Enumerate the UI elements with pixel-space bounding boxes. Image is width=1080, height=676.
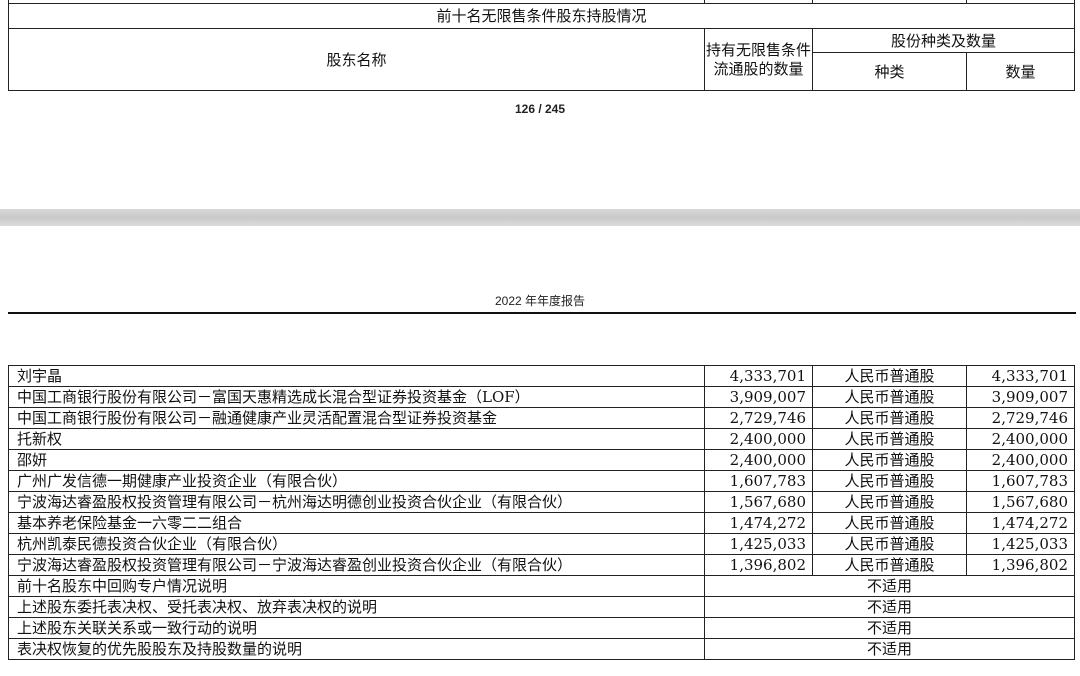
- share-qty: 1,607,783: [966, 470, 1075, 492]
- unrestricted-qty: 1,396,802: [704, 554, 813, 576]
- unrestricted-qty: 1,425,033: [704, 533, 813, 555]
- unrestricted-qty: 2,400,000: [704, 428, 813, 450]
- note-value: 不适用: [704, 617, 1075, 639]
- share-type-qty-header: 股份种类及数量: [812, 28, 1075, 53]
- unrestricted-qty: 2,729,746: [704, 407, 813, 429]
- holder-name: 邵妍: [8, 449, 705, 471]
- table-row: 中国工商银行股份有限公司－富国天惠精选成长混合型证券投资基金（LOF） 3,909…: [8, 386, 1075, 408]
- unrestricted-qty: 1,607,783: [704, 470, 813, 492]
- type-header: 种类: [812, 52, 967, 91]
- share-type: 人民币普通股: [812, 428, 967, 450]
- share-qty: 1,425,033: [966, 533, 1075, 555]
- holder-name: 基本养老保险基金一六零二二组合: [8, 512, 705, 534]
- note-row: 前十名股东中回购专户情况说明 不适用: [8, 575, 1075, 597]
- unrestricted-qty: 4,333,701: [704, 365, 813, 387]
- table-row: 托新权 2,400,000 人民币普通股 2,400,000: [8, 428, 1075, 450]
- holder-name: 刘宇晶: [8, 365, 705, 387]
- top-ten-unrestricted-table-header: 前十名无限售条件股东持股情况 股东名称 持有无限售条件流通股的数量 股份种类及数…: [8, 0, 1075, 91]
- unrestricted-qty: 3,909,007: [704, 386, 813, 408]
- share-type: 人民币普通股: [812, 533, 967, 555]
- page-separator: [0, 209, 1080, 226]
- share-qty: 2,729,746: [966, 407, 1075, 429]
- share-type: 人民币普通股: [812, 554, 967, 576]
- holder-name: 宁波海达睿盈股权投资管理有限公司－杭州海达明德创业投资合伙企业（有限合伙）: [8, 491, 705, 513]
- holder-name: 中国工商银行股份有限公司－融通健康产业灵活配置混合型证券投资基金: [8, 407, 705, 429]
- share-type: 人民币普通股: [812, 407, 967, 429]
- unrestricted-qty: 1,567,680: [704, 491, 813, 513]
- note-label: 上述股东委托表决权、受托表决权、放弃表决权的说明: [8, 596, 705, 618]
- header-rule: [8, 312, 1076, 314]
- running-header: 2022 年年度报告: [494, 294, 586, 308]
- table-row: 基本养老保险基金一六零二二组合 1,474,272 人民币普通股 1,474,272: [8, 512, 1075, 534]
- share-type: 人民币普通股: [812, 386, 967, 408]
- share-type: 人民币普通股: [812, 491, 967, 513]
- share-type: 人民币普通股: [812, 449, 967, 471]
- table-row: 邵妍 2,400,000 人民币普通股 2,400,000: [8, 449, 1075, 471]
- note-row: 上述股东委托表决权、受托表决权、放弃表决权的说明 不适用: [8, 596, 1075, 618]
- share-qty: 1,474,272: [966, 512, 1075, 534]
- unrestricted-qty-header: 持有无限售条件流通股的数量: [704, 28, 813, 91]
- share-type: 人民币普通股: [812, 470, 967, 492]
- holder-name: 杭州凯泰民德投资合伙企业（有限合伙）: [8, 533, 705, 555]
- table-row: 杭州凯泰民德投资合伙企业（有限合伙） 1,425,033 人民币普通股 1,425,0…: [8, 533, 1075, 555]
- share-qty: 2,400,000: [966, 428, 1075, 450]
- holder-name: 宁波海达睿盈股权投资管理有限公司－宁波海达睿盈创业投资合伙企业（有限合伙）: [8, 554, 705, 576]
- section-title: 前十名无限售条件股东持股情况: [8, 3, 1075, 29]
- share-type: 人民币普通股: [812, 365, 967, 387]
- table-row: 广州广发信德一期健康产业投资企业（有限合伙） 1,607,783 人民币普通股 1,6…: [8, 470, 1075, 492]
- note-row: 表决权恢复的优先股股东及持股数量的说明 不适用: [8, 638, 1075, 660]
- note-label: 表决权恢复的优先股股东及持股数量的说明: [8, 638, 705, 660]
- share-qty: 3,909,007: [966, 386, 1075, 408]
- holder-name: 中国工商银行股份有限公司－富国天惠精选成长混合型证券投资基金（LOF）: [8, 386, 705, 408]
- note-value: 不适用: [704, 575, 1075, 597]
- note-value: 不适用: [704, 638, 1075, 660]
- share-qty: 4,333,701: [966, 365, 1075, 387]
- page-127: 2022 年年度报告 刘宇晶 4,333,701 人民币普通股 4,333,701 中国…: [0, 226, 1080, 676]
- share-type: 人民币普通股: [812, 512, 967, 534]
- holder-name: 广州广发信德一期健康产业投资企业（有限合伙）: [8, 470, 705, 492]
- page-number: 126 / 245: [514, 102, 566, 116]
- share-qty: 2,400,000: [966, 449, 1075, 471]
- note-label: 前十名股东中回购专户情况说明: [8, 575, 705, 597]
- table-row: 中国工商银行股份有限公司－融通健康产业灵活配置混合型证券投资基金 2,729,74…: [8, 407, 1075, 429]
- note-row: 上述股东关联关系或一致行动的说明 不适用: [8, 617, 1075, 639]
- qty-header: 数量: [966, 52, 1075, 91]
- note-label: 上述股东关联关系或一致行动的说明: [8, 617, 705, 639]
- page-126: 前十名无限售条件股东持股情况 股东名称 持有无限售条件流通股的数量 股份种类及数…: [0, 0, 1080, 209]
- holder-name-header: 股东名称: [8, 28, 705, 91]
- share-qty: 1,396,802: [966, 554, 1075, 576]
- table-row: 刘宇晶 4,333,701 人民币普通股 4,333,701: [8, 365, 1075, 387]
- share-qty: 1,567,680: [966, 491, 1075, 513]
- shareholder-table: 刘宇晶 4,333,701 人民币普通股 4,333,701 中国工商银行股份有限公司－…: [8, 365, 1075, 660]
- unrestricted-qty: 1,474,272: [704, 512, 813, 534]
- table-row: 宁波海达睿盈股权投资管理有限公司－杭州海达明德创业投资合伙企业（有限合伙） 1,5…: [8, 491, 1075, 513]
- unrestricted-qty: 2,400,000: [704, 449, 813, 471]
- note-value: 不适用: [704, 596, 1075, 618]
- holder-name: 托新权: [8, 428, 705, 450]
- table-row: 宁波海达睿盈股权投资管理有限公司－宁波海达睿盈创业投资合伙企业（有限合伙） 1,3…: [8, 554, 1075, 576]
